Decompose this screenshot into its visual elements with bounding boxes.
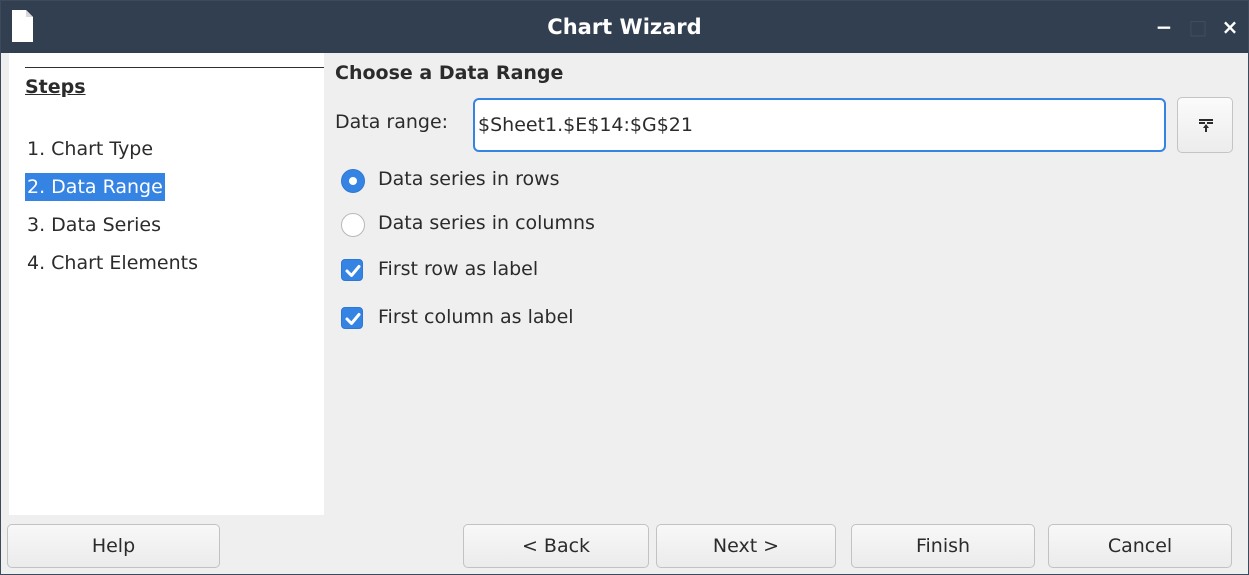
shrink-dialog-icon [1199,119,1213,132]
minimize-button[interactable]: − [1151,13,1177,41]
first-row-checkbox-label[interactable]: First row as label [378,258,538,280]
step-chart-type[interactable]: 1. Chart Type [25,135,155,163]
shrink-range-button[interactable] [1177,97,1233,153]
step-data-series[interactable]: 3. Data Series [25,211,163,239]
first-column-checkbox-label[interactable]: First column as label [378,306,574,328]
steps-heading: Steps [25,76,86,98]
page-title: Choose a Data Range [335,62,564,84]
back-button[interactable]: < Back [463,524,649,568]
cancel-button[interactable]: Cancel [1048,524,1232,568]
first-column-checkbox[interactable] [341,307,363,329]
title-bar[interactable]: Chart Wizard − □ × [1,1,1248,53]
rows-radio[interactable] [341,169,365,193]
checkmark-icon [345,265,361,277]
data-range-input[interactable] [473,98,1166,152]
first-row-checkbox[interactable] [341,259,363,281]
chart-wizard-dialog: Chart Wizard − □ × Steps 1. Chart Type 2… [0,0,1249,575]
next-button[interactable]: Next > [656,524,836,568]
data-range-page: Choose a Data Range Data range: Data ser… [324,53,1242,515]
step-data-range[interactable]: 2. Data Range [25,173,165,201]
close-button[interactable]: × [1217,13,1243,41]
help-button[interactable]: Help [7,524,220,568]
finish-button[interactable]: Finish [851,524,1035,568]
columns-radio[interactable] [341,213,365,237]
maximize-button[interactable]: □ [1185,13,1211,41]
rows-radio-label[interactable]: Data series in rows [378,168,560,190]
columns-radio-label[interactable]: Data series in columns [378,212,595,234]
wizard-content: Steps 1. Chart Type 2. Data Range 3. Dat… [9,53,1242,515]
steps-divider [25,67,324,68]
window-title: Chart Wizard [547,15,702,39]
checkmark-icon [345,313,361,325]
data-range-label: Data range: [335,111,449,133]
steps-panel: Steps 1. Chart Type 2. Data Range 3. Dat… [9,53,324,515]
step-chart-elements[interactable]: 4. Chart Elements [25,249,200,277]
